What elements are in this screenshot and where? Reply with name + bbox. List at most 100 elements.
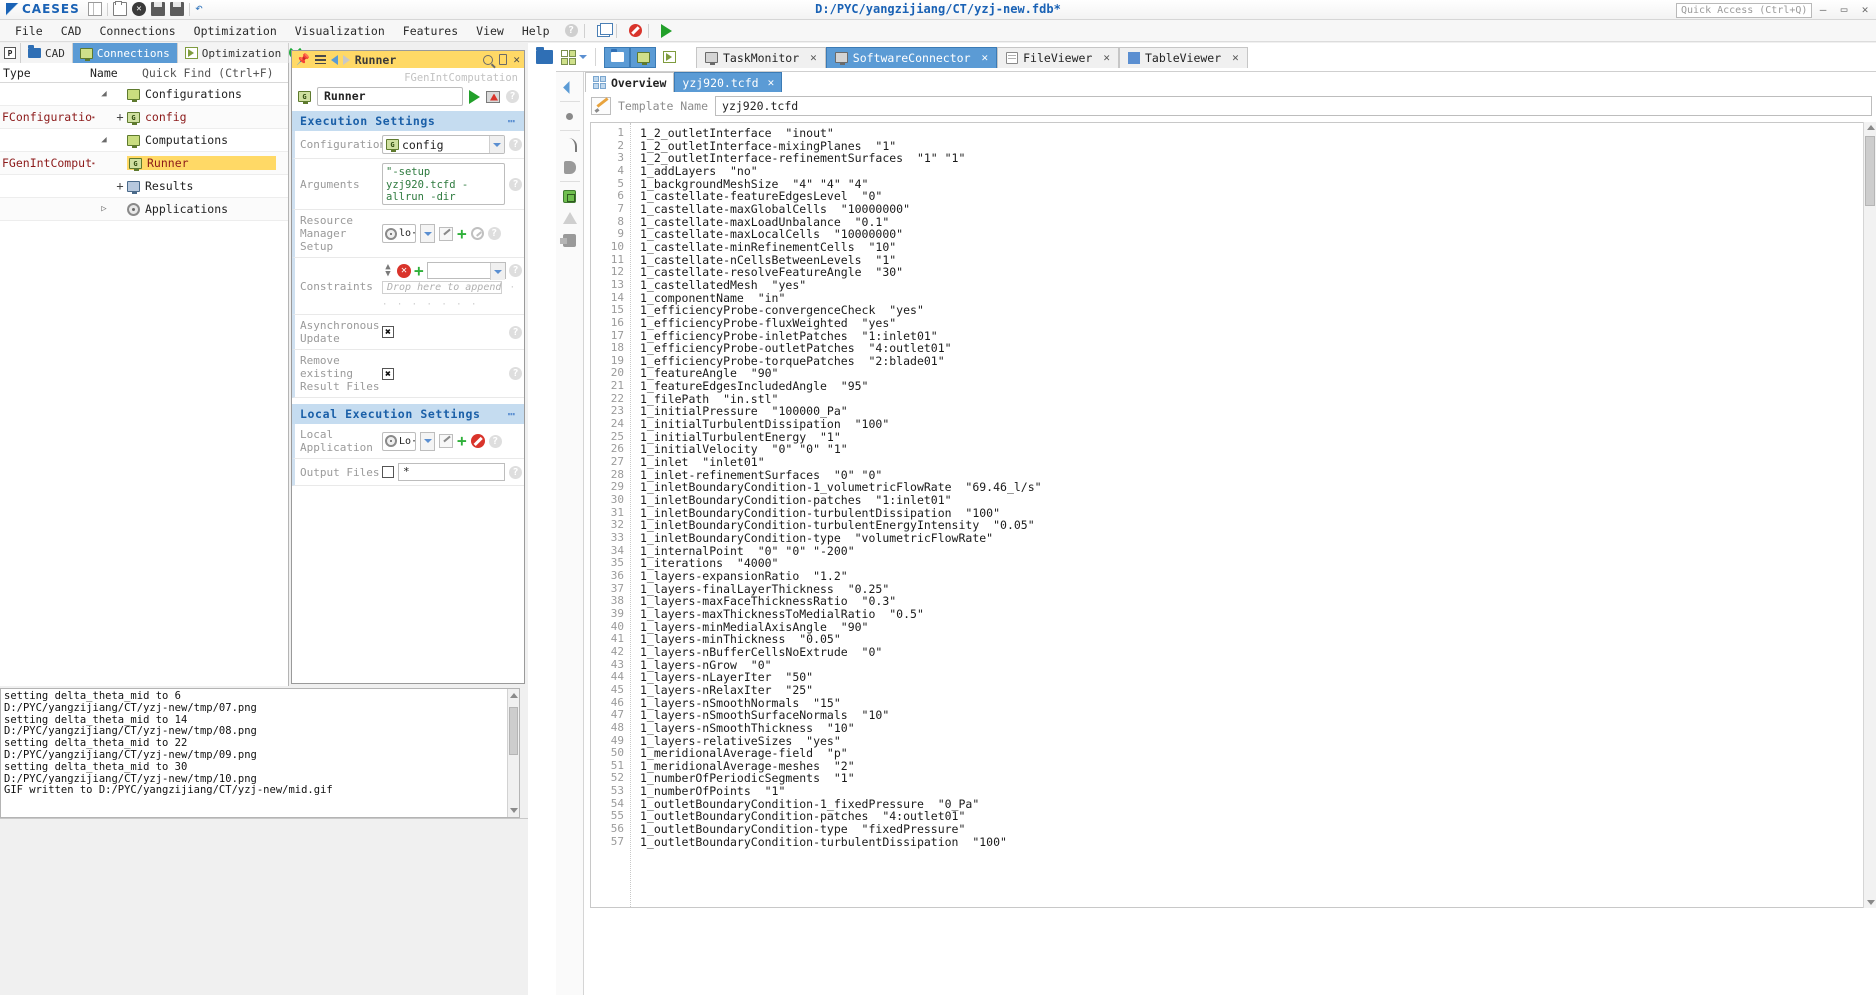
runner-name-input[interactable]: Runner	[317, 87, 463, 106]
curve-icon[interactable]	[558, 134, 582, 156]
help-icon[interactable]: ?	[509, 177, 522, 191]
scroll-up-icon[interactable]	[1866, 125, 1875, 130]
menu-cad[interactable]: CAD	[52, 22, 91, 40]
chevron-down-icon[interactable]	[579, 55, 587, 59]
menu-optimization[interactable]: Optimization	[185, 22, 286, 40]
close-icon[interactable]: ✕	[513, 53, 520, 66]
chevron-down-icon[interactable]	[490, 263, 505, 280]
stop-monitor-icon[interactable]	[486, 90, 500, 103]
menu-features[interactable]: Features	[394, 22, 467, 40]
plus-icon[interactable]: +	[113, 179, 127, 193]
tab-project[interactable]: P	[0, 43, 21, 63]
quick-find-input[interactable]: Quick Find (Ctrl+F)	[142, 66, 274, 80]
console-output[interactable]: setting delta_theta_mid to 6 D:/PYC/yang…	[0, 688, 520, 818]
folder-view-icon[interactable]	[604, 46, 630, 68]
configuration-combo[interactable]: G config	[382, 135, 505, 154]
table-row[interactable]: FConfiguratio⋯ + G config	[0, 106, 288, 129]
template-name-input[interactable]: yzj920.tcfd	[715, 95, 1872, 116]
save-all-icon[interactable]	[170, 2, 184, 16]
add-icon[interactable]: +	[457, 225, 467, 241]
section-menu-icon[interactable]: ⋯	[508, 407, 516, 421]
resource-manager-combo[interactable]: lo·	[382, 224, 416, 243]
table-row[interactable]: + Results	[0, 175, 288, 198]
add-icon[interactable]: +	[414, 262, 424, 278]
edit-icon[interactable]	[591, 96, 611, 115]
run-icon[interactable]	[469, 89, 480, 104]
chevron-down-icon[interactable]	[420, 224, 435, 243]
green-box-icon[interactable]	[558, 185, 582, 207]
quick-access-input[interactable]: Quick Access (Ctrl+Q)	[1676, 3, 1812, 18]
close-icon[interactable]: ✕	[982, 51, 989, 64]
close-icon[interactable]: ✕	[1103, 51, 1110, 64]
tab-tableviewer[interactable]: TableViewer ✕	[1119, 46, 1248, 68]
play-view-icon[interactable]	[656, 47, 682, 68]
tab-fileviewer[interactable]: FileViewer ✕	[997, 46, 1119, 68]
menu-connections[interactable]: Connections	[90, 22, 184, 40]
dot-icon[interactable]	[558, 105, 582, 127]
table-row[interactable]: ◢ Configurations	[0, 83, 288, 106]
save-icon[interactable]	[151, 2, 165, 16]
scrollbar-thumb[interactable]	[509, 707, 518, 755]
maximize-button[interactable]: ▭	[1837, 2, 1851, 17]
table-row[interactable]: ▷ Applications	[0, 198, 288, 221]
tab-connections[interactable]: Connections	[72, 43, 178, 63]
code-content[interactable]: 1_2_outletInterface "inout" 1_2_outletIn…	[631, 123, 1871, 907]
pin-icon[interactable]: 📌	[296, 53, 310, 66]
close-icon[interactable]: ✕	[1232, 51, 1239, 64]
help-icon[interactable]: ?	[488, 434, 502, 448]
close-circle-icon[interactable]: ✕	[132, 2, 146, 16]
help-icon[interactable]: ?	[509, 325, 522, 339]
surface-icon[interactable]	[558, 156, 582, 178]
new-document-icon[interactable]	[88, 2, 102, 16]
plus-icon[interactable]: +	[113, 110, 127, 124]
console-scrollbar[interactable]	[507, 689, 519, 817]
expander-icon[interactable]: ◢	[95, 89, 113, 99]
section-menu-icon[interactable]: ⋯	[508, 114, 516, 128]
sub-tab-tcfd-file[interactable]: yzj920.tcfd ✕	[674, 72, 783, 92]
chevron-down-icon[interactable]	[489, 136, 504, 153]
constraints-input[interactable]	[426, 262, 506, 280]
copy-icon[interactable]	[499, 54, 508, 65]
help-icon[interactable]: ?	[564, 24, 578, 37]
editor-scrollbar[interactable]	[1863, 122, 1876, 908]
search-icon[interactable]	[483, 54, 494, 65]
tab-cad[interactable]: CAD	[21, 43, 73, 63]
remove-icon[interactable]	[470, 434, 485, 448]
folder-icon[interactable]	[536, 47, 553, 64]
help-icon[interactable]: ?	[509, 465, 522, 479]
close-icon[interactable]: ✕	[768, 76, 775, 89]
tab-taskmonitor[interactable]: TaskMonitor ✕	[696, 46, 826, 68]
constraints-drop-zone[interactable]: Drop here to append	[382, 281, 503, 294]
tab-softwareconnector[interactable]: SoftwareConnector ✕	[825, 46, 998, 68]
expander-icon[interactable]: ▷	[95, 204, 113, 214]
reorder-icon[interactable]: ▲ ▼	[382, 262, 394, 278]
menu-help[interactable]: Help	[513, 22, 559, 40]
minimize-button[interactable]: —	[1816, 2, 1830, 17]
local-application-combo[interactable]: Lo·	[382, 431, 416, 451]
code-editor[interactable]: 1 2 3 4 5 6 7 8 9 10 11 12 13 14 15 16 1…	[590, 122, 1872, 908]
output-files-input[interactable]: *	[398, 463, 505, 481]
copy-icon[interactable]	[596, 22, 613, 37]
back-arrow-icon[interactable]	[330, 54, 338, 65]
close-icon[interactable]: ✕	[810, 51, 817, 64]
stop-icon[interactable]	[628, 24, 642, 37]
run-icon[interactable]	[660, 23, 672, 38]
apply-icon[interactable]	[470, 227, 484, 240]
cone-icon[interactable]	[558, 207, 582, 229]
remove-icon[interactable]: ✕	[397, 263, 411, 278]
undo-icon[interactable]: ↶	[195, 2, 209, 16]
edit-icon[interactable]	[439, 226, 453, 241]
asynchronous-update-checkbox[interactable]: ✖	[382, 326, 394, 338]
menu-view[interactable]: View	[467, 22, 513, 40]
scroll-down-icon[interactable]	[510, 808, 518, 813]
remove-result-files-checkbox[interactable]: ✖	[382, 367, 394, 380]
help-icon[interactable]: ?	[506, 90, 519, 103]
stack-icon[interactable]	[558, 229, 582, 251]
help-icon[interactable]: ?	[509, 138, 522, 151]
edit-icon[interactable]	[439, 434, 453, 448]
menu-icon[interactable]	[314, 55, 326, 64]
help-icon[interactable]: ?	[509, 264, 522, 277]
add-icon[interactable]: +	[457, 433, 467, 449]
tab-optimization[interactable]: Optimization	[177, 43, 290, 63]
open-folder-icon[interactable]	[113, 1, 127, 16]
